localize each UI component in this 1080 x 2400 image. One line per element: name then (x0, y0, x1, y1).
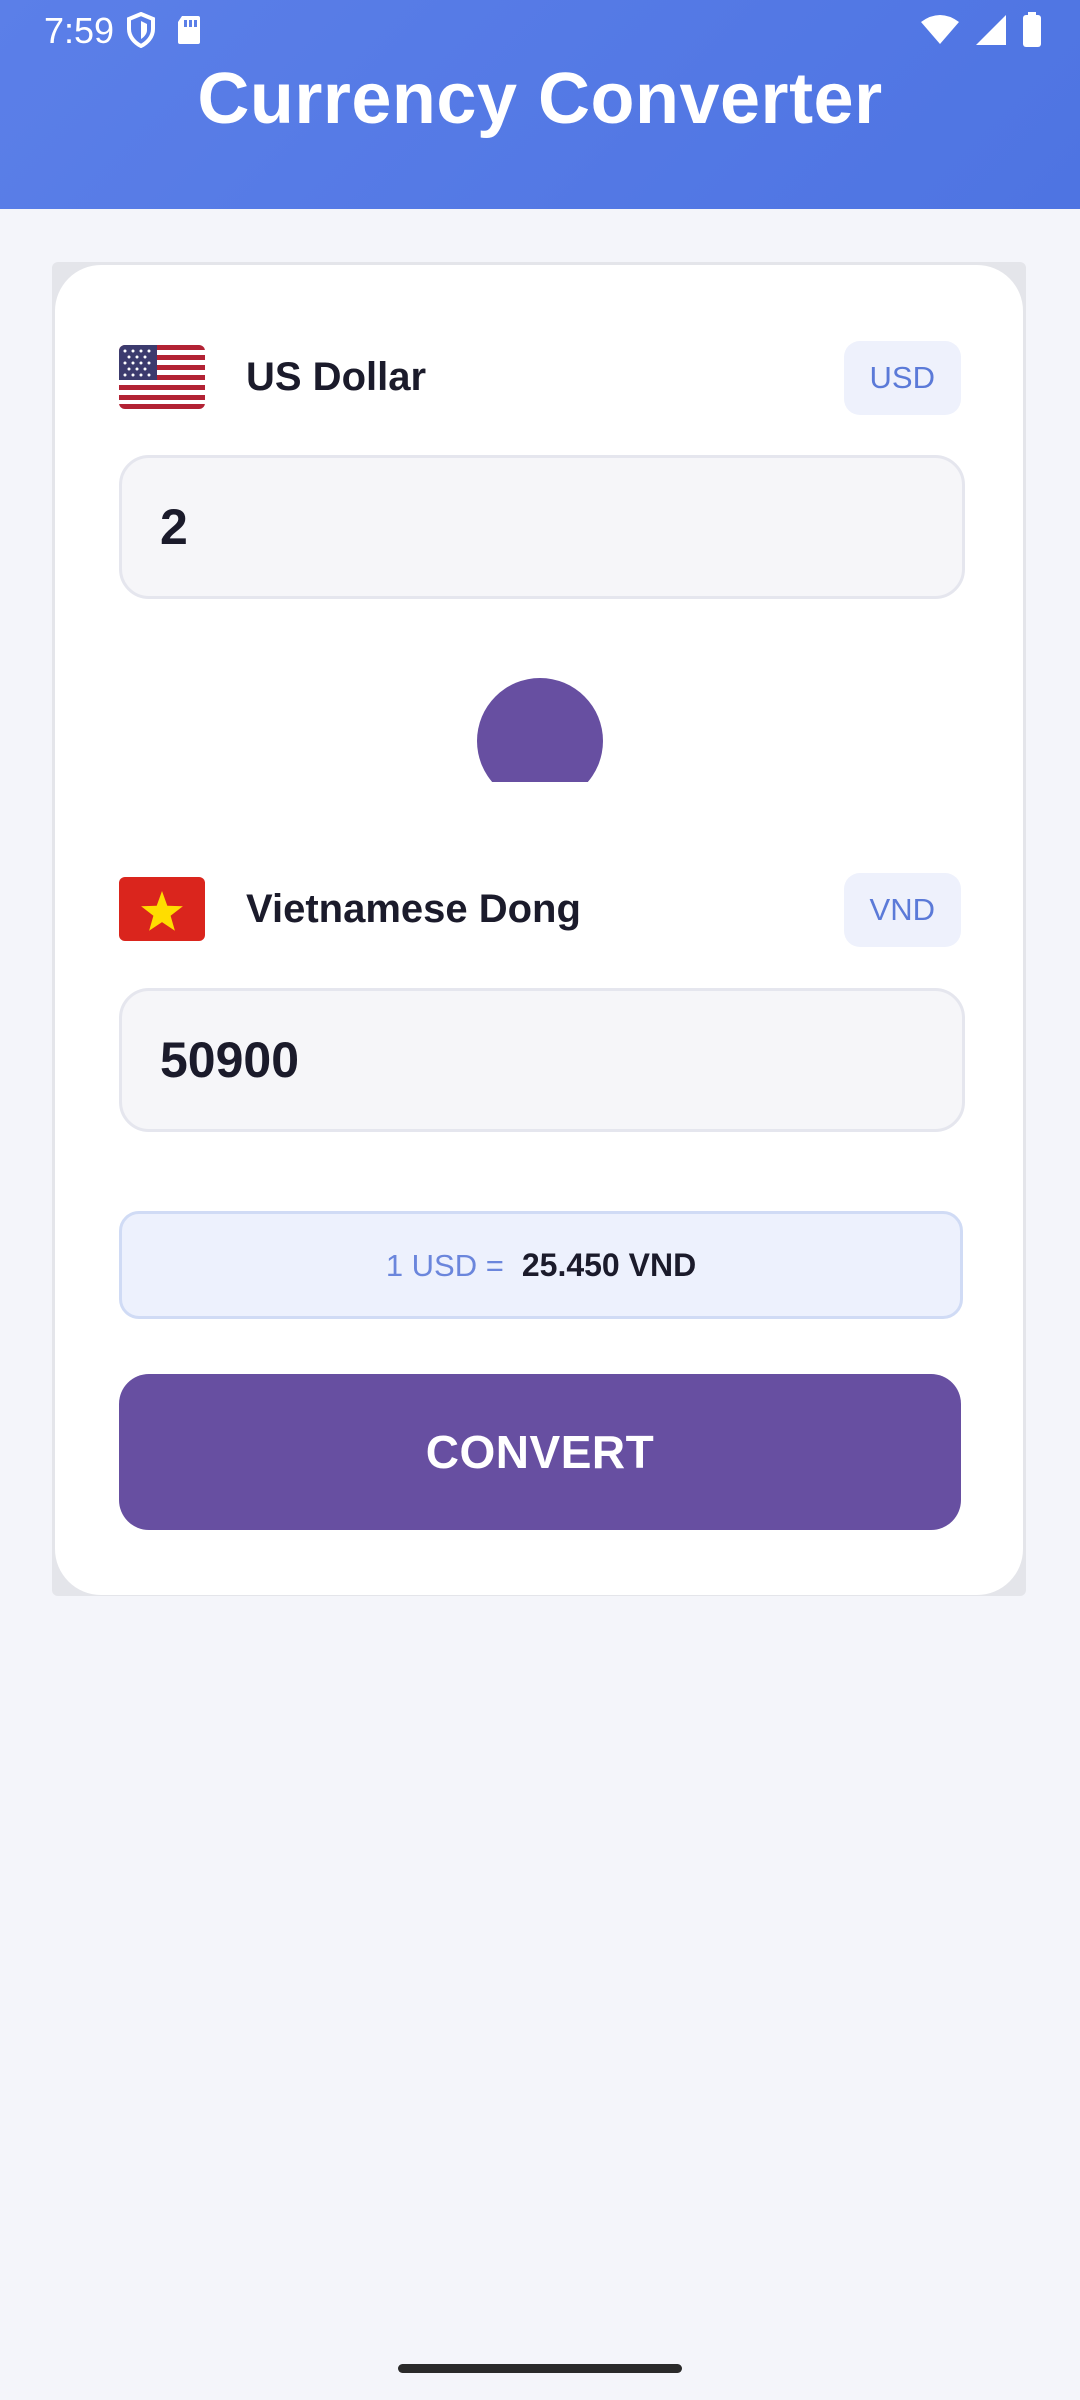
page-title: Currency Converter (197, 59, 883, 139)
from-amount-input[interactable]: 2 (119, 455, 965, 599)
from-amount-value: 2 (160, 499, 188, 555)
wifi-icon (920, 14, 960, 51)
converter-card: US Dollar USD 2 Vietnamese Dong VND 5090… (55, 265, 1023, 1595)
status-time: 7:59 (44, 10, 115, 51)
exchange-rate-value: 25.450 VND (521, 1247, 697, 1283)
from-currency-name: US Dollar (246, 355, 427, 399)
to-amount-input[interactable]: 50900 (119, 988, 965, 1132)
convert-button[interactable]: CONVERT (119, 1374, 961, 1530)
home-indicator[interactable] (398, 2364, 682, 2373)
exchange-rate-box: 1 USD = 25.450 VND (119, 1211, 963, 1319)
app-header: 7:59 Currency Converter (0, 0, 1080, 209)
to-currency-name: Vietnamese Dong (246, 887, 581, 931)
to-currency-selector[interactable]: Vietnamese Dong VND (119, 873, 961, 953)
to-amount-value: 50900 (160, 1032, 300, 1088)
vietnam-flag-icon (119, 877, 205, 941)
swap-button[interactable] (455, 678, 625, 782)
battery-icon (1022, 12, 1042, 53)
status-bar: 7:59 (0, 0, 1080, 62)
from-currency-selector[interactable]: US Dollar USD (119, 341, 961, 421)
from-currency-code-badge: USD (843, 341, 961, 415)
swap-icon (477, 678, 603, 782)
signal-icon (974, 14, 1008, 51)
sim-card-icon (176, 14, 202, 51)
us-flag-icon (119, 345, 205, 409)
exchange-rate-prefix: 1 USD = (385, 1248, 504, 1283)
shield-icon (126, 11, 156, 53)
to-currency-code-badge: VND (843, 873, 961, 947)
